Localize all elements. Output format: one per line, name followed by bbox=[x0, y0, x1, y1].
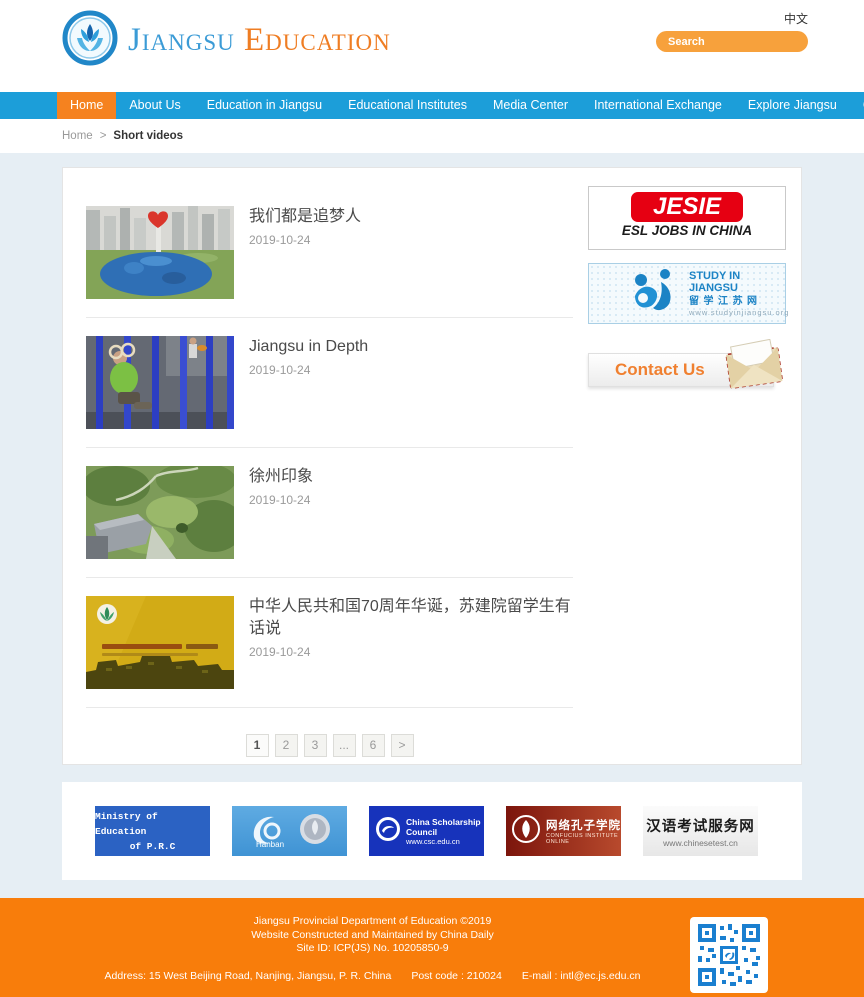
video-title[interactable]: 徐州印象 bbox=[249, 466, 571, 488]
confucius-text: 网络孔子学院 CONFUCIUS INSTITUTE ONLINE bbox=[546, 817, 621, 845]
search-box[interactable] bbox=[656, 31, 808, 52]
csc-emblem-icon bbox=[375, 816, 401, 847]
study-subtitle: 留学江苏网 bbox=[689, 296, 789, 308]
footer-copyright: Jiangsu Provincial Department of Educati… bbox=[0, 915, 745, 929]
video-list-item[interactable]: 我们都是追梦人 2019-10-24 bbox=[86, 188, 573, 318]
lotus-logo-icon bbox=[62, 53, 118, 70]
nav-item-about-us[interactable]: About Us bbox=[116, 92, 193, 119]
language-switch-link[interactable]: 中文 bbox=[784, 10, 808, 27]
study-url: www.studyinjiangsu.org bbox=[689, 309, 789, 318]
video-date: 2019-10-24 bbox=[249, 363, 571, 377]
pagination-next-button[interactable]: > bbox=[391, 734, 414, 757]
confucius-line2: CONFUCIUS INSTITUTE ONLINE bbox=[546, 833, 621, 845]
partner-links-card: Ministry of Education of P.R.C Hanban bbox=[62, 782, 802, 880]
site-title-education: Education bbox=[244, 22, 391, 58]
page-footer: Jiangsu Provincial Department of Educati… bbox=[0, 898, 864, 997]
study-in-jiangsu-logo-icon bbox=[631, 268, 683, 319]
nav-item-educational-institutes[interactable]: Educational Institutes bbox=[335, 92, 480, 119]
jesie-logo: JESIE bbox=[631, 192, 743, 222]
footer-email: E-mail : intl@ec.js.edu.cn bbox=[522, 970, 641, 982]
hanban-swoosh-icon: Hanban bbox=[248, 809, 288, 854]
jesie-caption: ESL JOBS IN CHINA bbox=[589, 223, 785, 238]
content-card: 我们都是追梦人 2019-10-24 bbox=[62, 167, 802, 765]
nav-item-explore-jiangsu[interactable]: Explore Jiangsu bbox=[735, 92, 850, 119]
study-in-jiangsu-text: STUDY IN JIANGSU 留学江苏网 www.studyinjiangs… bbox=[689, 270, 789, 317]
csc-text: China Scholarship Council www.csc.edu.cn bbox=[406, 817, 484, 846]
hanban-emblem-icon bbox=[298, 812, 332, 851]
video-date: 2019-10-24 bbox=[249, 645, 571, 659]
site-title: Jiangsu Education bbox=[128, 22, 391, 58]
site-title-jiangsu: Jiangsu bbox=[128, 22, 244, 58]
video-info: 中华人民共和国70周年华诞，苏建院留学生有话说 2019-10-24 bbox=[249, 596, 571, 689]
video-title[interactable]: Jiangsu in Depth bbox=[249, 336, 571, 358]
video-thumbnail-xuzhou-impression[interactable] bbox=[86, 466, 234, 559]
nav-item-media-center[interactable]: Media Center bbox=[480, 92, 581, 119]
site-header: Jiangsu Education 中文 bbox=[0, 0, 864, 92]
pagination-page-3[interactable]: 3 bbox=[304, 734, 327, 757]
video-thumbnail-dream-chasers[interactable] bbox=[86, 206, 234, 299]
video-title[interactable]: 我们都是追梦人 bbox=[249, 206, 571, 228]
breadcrumb: Home > Short videos bbox=[0, 119, 864, 153]
video-info: 徐州印象 2019-10-24 bbox=[249, 466, 571, 559]
nav-item-home[interactable]: Home bbox=[57, 92, 116, 119]
search-input[interactable] bbox=[656, 36, 821, 48]
video-thumbnail-jiangsu-in-depth[interactable] bbox=[86, 336, 234, 429]
pagination-ellipsis[interactable]: ... bbox=[333, 734, 356, 757]
main-area: 我们都是追梦人 2019-10-24 bbox=[0, 153, 864, 898]
confucius-emblem-icon bbox=[511, 814, 541, 849]
footer-contact-line: Address: 15 West Beijing Road, Nanjing, … bbox=[0, 970, 745, 982]
study-in-jiangsu-banner[interactable]: STUDY IN JIANGSU 留学江苏网 www.studyinjiangs… bbox=[588, 263, 786, 324]
footer-postcode: Post code : 210024 bbox=[411, 970, 502, 982]
breadcrumb-separator: > bbox=[100, 130, 107, 142]
nav-item-international-exchange[interactable]: International Exchange bbox=[581, 92, 735, 119]
video-title[interactable]: 中华人民共和国70周年华诞，苏建院留学生有话说 bbox=[249, 596, 571, 640]
pagination: 1 2 3 ... 6 > bbox=[86, 734, 573, 757]
footer-info: Jiangsu Provincial Department of Educati… bbox=[0, 915, 745, 956]
csc-line1: China Scholarship Council bbox=[406, 817, 484, 837]
video-info: Jiangsu in Depth 2019-10-24 bbox=[249, 336, 571, 429]
partner-china-scholarship-council[interactable]: China Scholarship Council www.csc.edu.cn bbox=[369, 806, 484, 856]
chinesetest-line1: 汉语考试服务网 bbox=[646, 815, 755, 836]
nav-item-education-in-jiangsu[interactable]: Education in Jiangsu bbox=[194, 92, 335, 119]
video-info: 我们都是追梦人 2019-10-24 bbox=[249, 206, 571, 299]
footer-address: Address: 15 West Beijing Road, Nanjing, … bbox=[105, 970, 392, 982]
video-list: 我们都是追梦人 2019-10-24 bbox=[86, 188, 573, 757]
moe-line1: Ministry of Education bbox=[95, 809, 210, 839]
main-nav: Home About Us Education in Jiangsu Educa… bbox=[0, 92, 864, 119]
qr-code bbox=[690, 917, 768, 993]
nav-item-guide[interactable]: Guide bbox=[850, 92, 864, 119]
video-thumbnail-70th-anniversary[interactable] bbox=[86, 596, 234, 689]
study-title: STUDY IN JIANGSU bbox=[689, 270, 789, 295]
breadcrumb-home-link[interactable]: Home bbox=[62, 130, 93, 142]
confucius-line1: 网络孔子学院 bbox=[546, 817, 621, 833]
pagination-page-2[interactable]: 2 bbox=[275, 734, 298, 757]
moe-line2: of P.R.C bbox=[130, 839, 176, 854]
contact-us-label: Contact Us bbox=[615, 360, 705, 380]
csc-line2: www.csc.edu.cn bbox=[406, 837, 484, 846]
video-list-item[interactable]: Jiangsu in Depth 2019-10-24 bbox=[86, 318, 573, 448]
video-list-item[interactable]: 徐州印象 2019-10-24 bbox=[86, 448, 573, 578]
video-date: 2019-10-24 bbox=[249, 233, 571, 247]
footer-maintainer: Website Constructed and Maintained by Ch… bbox=[0, 929, 745, 943]
chinesetest-line2: www.chinesetest.cn bbox=[663, 838, 738, 848]
partner-ministry-of-education[interactable]: Ministry of Education of P.R.C bbox=[95, 806, 210, 856]
svg-text:Hanban: Hanban bbox=[256, 840, 284, 849]
search-button[interactable] bbox=[821, 31, 835, 52]
video-list-item[interactable]: 中华人民共和国70周年华诞，苏建院留学生有话说 2019-10-24 bbox=[86, 578, 573, 708]
jesie-banner[interactable]: JESIE ESL JOBS IN CHINA bbox=[588, 186, 786, 250]
video-date: 2019-10-24 bbox=[249, 493, 571, 507]
partner-confucius-institute-online[interactable]: 网络孔子学院 CONFUCIUS INSTITUTE ONLINE bbox=[506, 806, 621, 856]
contact-us-banner[interactable]: Contact Us bbox=[588, 345, 786, 395]
footer-site-id: Site ID: ICP(JS) No. 10205850-9 bbox=[0, 942, 745, 956]
site-logo[interactable] bbox=[62, 10, 118, 66]
partner-chinese-test[interactable]: 汉语考试服务网 www.chinesetest.cn bbox=[643, 806, 758, 856]
pagination-page-6[interactable]: 6 bbox=[362, 734, 385, 757]
search-icon bbox=[821, 33, 835, 50]
envelope-icon bbox=[716, 339, 790, 398]
pagination-page-1[interactable]: 1 bbox=[246, 734, 269, 757]
partner-hanban[interactable]: Hanban bbox=[232, 806, 347, 856]
breadcrumb-current: Short videos bbox=[113, 130, 183, 142]
sidebar: JESIE ESL JOBS IN CHINA STUDY IN JIANGSU… bbox=[588, 186, 786, 395]
